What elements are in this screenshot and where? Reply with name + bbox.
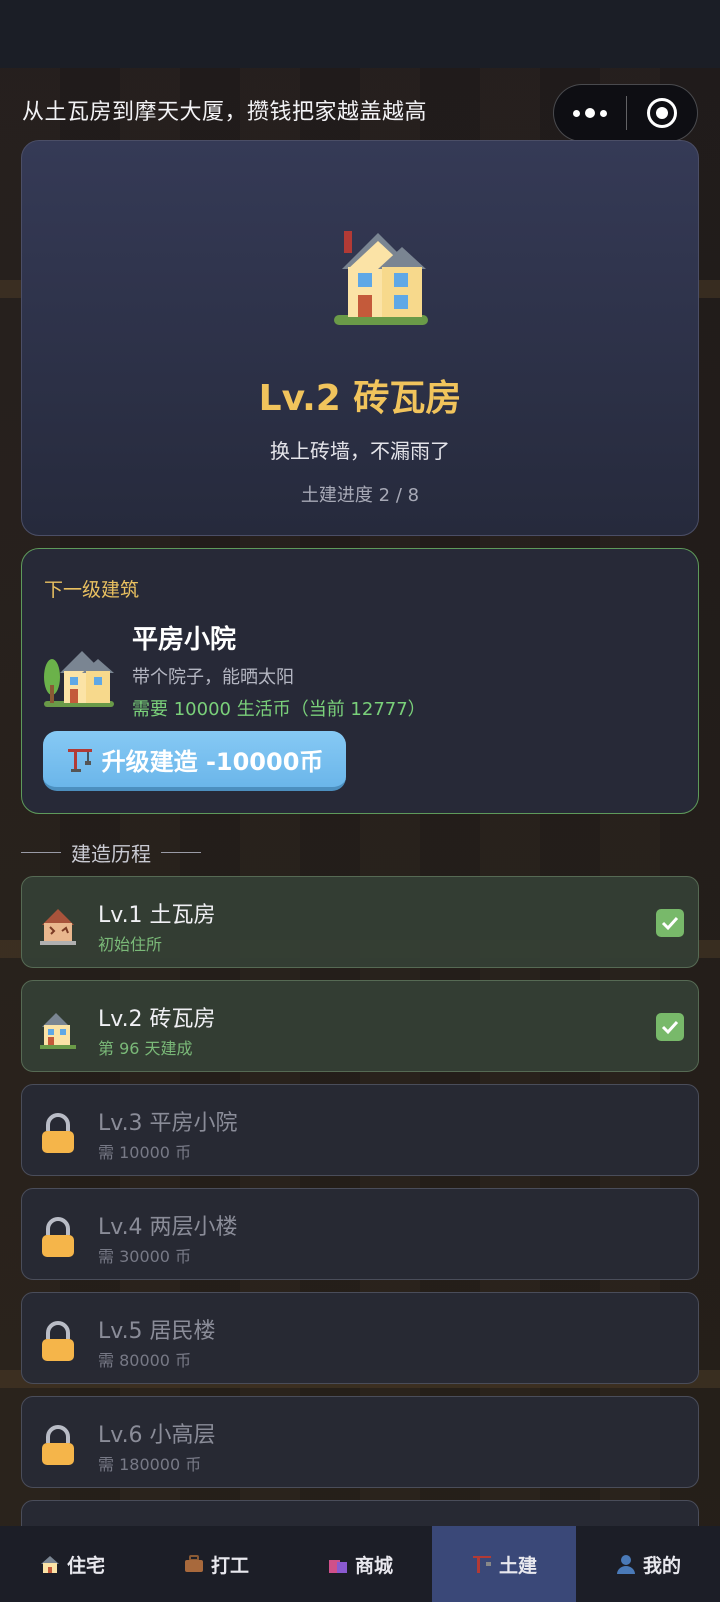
tab-label: 打工 [210, 1554, 249, 1577]
shopping-bags-icon [328, 1560, 347, 1573]
lock-icon [42, 1217, 74, 1257]
construction-progress: 土建进度 2 / 8 [300, 485, 420, 506]
history-item-sub: 第 96 天建成 [98, 1039, 193, 1058]
lock-icon [42, 1425, 74, 1465]
checkmark-icon [656, 1013, 684, 1041]
history-item-name: Lv.1 土瓦房 [98, 903, 216, 928]
tab-label: 我的 [642, 1554, 681, 1577]
house-icon [40, 1556, 59, 1573]
page-tagline: 从土瓦房到摩天大厦，攒钱把家越盖越高 [22, 100, 428, 125]
bottom-tab-bar: 住宅 打工 商城 土建 我的 [0, 1526, 720, 1602]
history-item-lv2[interactable]: Lv.2 砖瓦房 第 96 天建成 [21, 980, 699, 1072]
history-item-lv1[interactable]: Lv.1 土瓦房 初始住所 [21, 876, 699, 968]
history-item-name: Lv.3 平房小院 [98, 1111, 238, 1136]
history-item-lv3[interactable]: Lv.3 平房小院 需 10000 币 [21, 1084, 699, 1176]
tab-construction[interactable]: 土建 [432, 1526, 576, 1602]
history-item-lv6[interactable]: Lv.6 小高层 需 180000 币 [21, 1396, 699, 1488]
upgrade-button-label: 升级建造 -10000币 [101, 747, 324, 776]
tab-shop[interactable]: 商城 [288, 1526, 432, 1602]
next-building-card: 下一级建筑 平房小院 带个院子，能晒太阳 需要 10000 生活币（当前 127… [21, 548, 699, 814]
upgrade-build-button[interactable]: 升级建造 -10000币 [43, 731, 346, 791]
derelict-house-icon [40, 909, 76, 945]
tab-label: 土建 [498, 1554, 537, 1577]
tab-label: 住宅 [66, 1554, 105, 1577]
construction-crane-icon [67, 749, 92, 772]
more-options-button[interactable] [554, 85, 626, 141]
construction-icon [472, 1556, 491, 1573]
history-item-sub: 初始住所 [98, 935, 163, 954]
history-item-lv5[interactable]: Lv.5 居民楼 需 80000 币 [21, 1292, 699, 1384]
briefcase-icon [184, 1555, 203, 1572]
history-item-sub: 需 10000 币 [98, 1143, 192, 1162]
close-mini-program-button[interactable] [627, 85, 697, 141]
history-header: 建造历程 [21, 838, 201, 867]
history-title: 建造历程 [71, 842, 151, 866]
status-bar [0, 0, 720, 68]
tab-home[interactable]: 住宅 [0, 1526, 144, 1602]
current-building-card: Lv.2 砖瓦房 换上砖墙，不漏雨了 土建进度 2 / 8 [21, 140, 699, 536]
history-item-sub: 需 80000 币 [98, 1351, 192, 1370]
history-item-name: Lv.5 居民楼 [98, 1319, 216, 1344]
tab-label: 商城 [354, 1554, 393, 1577]
history-item-name: Lv.4 两层小楼 [98, 1215, 238, 1240]
history-item-sub: 需 30000 币 [98, 1247, 192, 1266]
history-item-name: Lv.2 砖瓦房 [98, 1007, 216, 1032]
checkmark-icon [656, 909, 684, 937]
next-building-description: 带个院子，能晒太阳 [132, 667, 294, 688]
history-item-name: Lv.6 小高层 [98, 1423, 216, 1448]
target-icon [647, 98, 677, 128]
user-icon [616, 1555, 635, 1574]
current-level-title: Lv.2 砖瓦房 [258, 378, 462, 419]
house-icon [334, 231, 428, 325]
lock-icon [42, 1321, 74, 1361]
next-section-title: 下一级建筑 [44, 579, 140, 601]
lock-icon [42, 1113, 74, 1153]
tab-profile[interactable]: 我的 [576, 1526, 720, 1602]
tab-work[interactable]: 打工 [144, 1526, 288, 1602]
house-icon [40, 1013, 76, 1049]
next-building-cost: 需要 10000 生活币（当前 12777） [132, 699, 426, 720]
current-level-description: 换上砖墙，不漏雨了 [270, 439, 450, 463]
next-building-name: 平房小院 [132, 625, 237, 655]
house-with-garden-icon [44, 651, 114, 707]
mini-program-capsule [553, 84, 698, 142]
history-item-lv4[interactable]: Lv.4 两层小楼 需 30000 币 [21, 1188, 699, 1280]
history-item-sub: 需 180000 币 [98, 1455, 202, 1474]
